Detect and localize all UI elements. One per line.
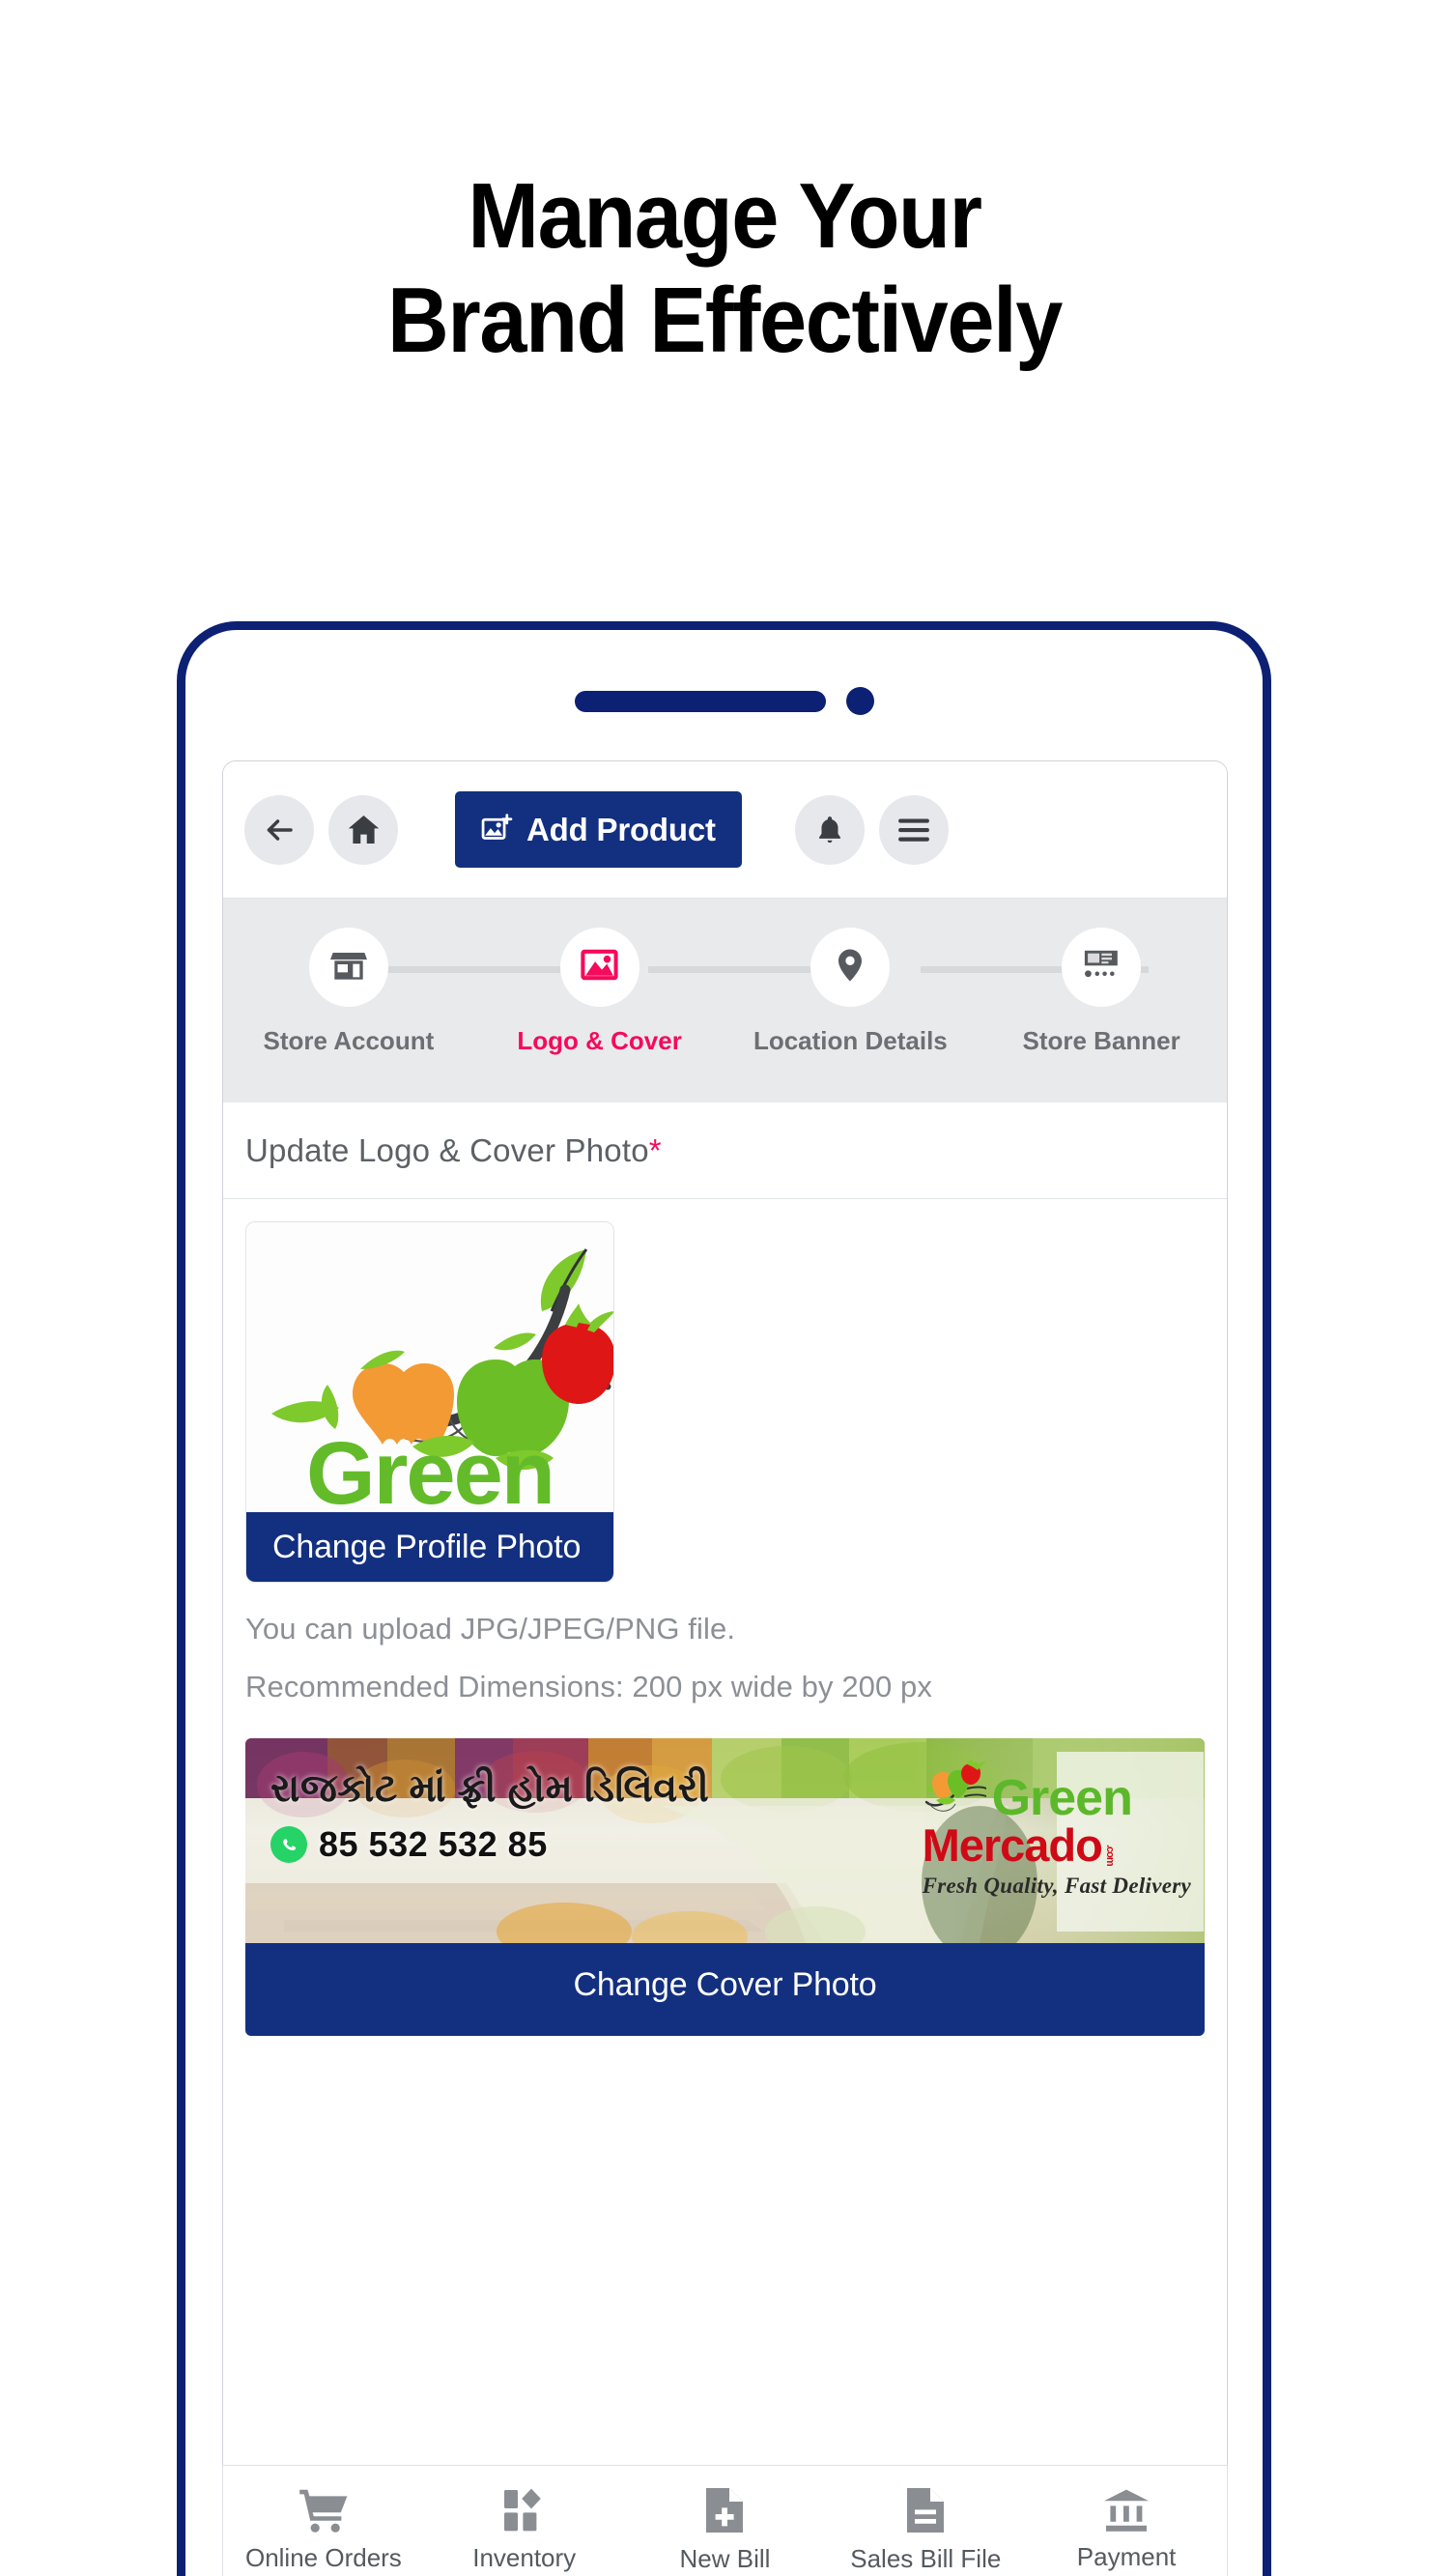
cover-phone-row: 85 532 532 85 <box>270 1824 709 1865</box>
phone-notch <box>185 687 1263 715</box>
stepper-label: Logo & Cover <box>517 1026 682 1055</box>
cover-brand-tagline: Fresh Quality, Fast Delivery <box>922 1873 1191 1898</box>
nav-item-new-bill[interactable]: New Bill <box>625 2486 826 2574</box>
back-button[interactable] <box>244 794 314 865</box>
stepper-item-store-account[interactable]: Store Account <box>223 928 474 1056</box>
cover-brand-logo: Green Mercado .com Fresh Quality, Fast D… <box>923 1760 1191 1899</box>
upload-formats-hint: You can upload JPG/JPEG/PNG file. <box>245 1612 736 1646</box>
cover-promo-text-group: રાજકોટ માં ફ્રી હોમ ડિલિવરી 85 532 532 8… <box>270 1767 709 1865</box>
page-title-line-2: Brand Effectively <box>386 268 1063 372</box>
change-cover-photo-button[interactable]: Change Cover Photo <box>245 1943 1205 2036</box>
step-icon-circle <box>308 928 388 1007</box>
banner-icon <box>1081 949 1122 987</box>
bank-icon <box>1102 2488 1151 2533</box>
recommended-dimensions-hint: Recommended Dimensions: 200 px wide by 2… <box>245 1670 932 1703</box>
store-icon <box>329 946 368 989</box>
onboarding-stepper: Store Account Logo & Cover Location Deta… <box>223 899 1227 1102</box>
page-root: Manage Your Brand Effectively Add Produc… <box>0 0 1449 2576</box>
stepper-label: Location Details <box>753 1026 948 1055</box>
step-icon-circle <box>559 928 639 1007</box>
page-title: Manage Your Brand Effectively <box>58 164 1391 372</box>
map-pin-icon <box>831 946 869 989</box>
nav-label: Inventory <box>472 2542 577 2572</box>
arrow-left-icon <box>262 813 297 847</box>
step-icon-circle <box>810 928 891 1007</box>
phone-mockup: Add Product Store Account Logo & Cover L… <box>177 621 1271 2576</box>
nav-label: Payment <box>1076 2541 1177 2571</box>
phone-speaker <box>574 690 826 712</box>
bottom-navigation-bar: Online Orders Inventory New Bill Sales B… <box>222 2465 1228 2576</box>
stepper-label: Store Banner <box>1022 1026 1180 1055</box>
required-marker: * <box>648 1131 662 1168</box>
image-icon <box>580 945 619 989</box>
new-document-icon <box>703 2486 746 2534</box>
cover-brand-mercado-text: Mercado <box>922 1819 1103 1871</box>
stepper-item-location-details[interactable]: Location Details <box>725 928 977 1056</box>
hamburger-menu-icon <box>896 817 931 843</box>
add-image-icon <box>481 814 513 845</box>
cover-brand-mark-icon <box>923 1760 987 1822</box>
stepper-item-logo-cover[interactable]: Logo & Cover <box>474 928 725 1056</box>
nav-label: Sales Bill File <box>850 2543 1002 2573</box>
app-screen: Add Product Store Account Logo & Cover L… <box>222 760 1228 2576</box>
step-icon-circle <box>1062 928 1142 1007</box>
store-logo-image: Green <box>246 1222 613 1512</box>
section-title: Update Logo & Cover Photo * <box>223 1102 1227 1199</box>
logo-brand-word: Green <box>306 1424 555 1512</box>
cover-phone-number: 85 532 532 85 <box>319 1824 548 1864</box>
nav-label: New Bill <box>679 2543 771 2573</box>
home-button[interactable] <box>328 794 398 865</box>
shopping-cart-icon <box>298 2487 349 2533</box>
profile-logo-card[interactable]: Green Change Profile Photo <box>245 1221 614 1583</box>
phone-camera-icon <box>845 687 874 715</box>
nav-item-inventory[interactable]: Inventory <box>424 2487 625 2573</box>
notification-button[interactable] <box>794 794 865 865</box>
bell-icon <box>813 814 846 846</box>
menu-button[interactable] <box>878 794 949 865</box>
app-header: Add Product <box>223 761 1227 899</box>
nav-label: Online Orders <box>244 2542 402 2572</box>
stepper-label: Store Account <box>263 1026 435 1055</box>
home-icon <box>346 812 382 847</box>
cover-photo-card[interactable]: રાજકોટ માં ફ્રી હોમ ડિલિવરી 85 532 532 8… <box>245 1738 1205 2036</box>
whatsapp-icon <box>270 1826 307 1863</box>
add-product-label: Add Product <box>526 811 716 847</box>
page-title-line-1: Manage Your <box>468 164 982 268</box>
nav-item-payment[interactable]: Payment <box>1026 2488 1227 2572</box>
stepper-item-store-banner[interactable]: Store Banner <box>976 928 1227 1056</box>
cover-brand-dotcom-text: .com <box>1103 1844 1116 1866</box>
nav-item-sales-bill-file[interactable]: Sales Bill File <box>825 2486 1026 2574</box>
add-product-button[interactable]: Add Product <box>455 791 742 868</box>
form-body: Green Change Profile Photo You can uploa… <box>223 1199 1227 2576</box>
cover-gujarati-text: રાજકોટ માં ફ્રી હોમ ડિલિવરી <box>270 1767 710 1810</box>
store-cover-image: રાજકોટ માં ફ્રી હોમ ડિલિવરી 85 532 532 8… <box>245 1738 1205 1943</box>
cover-brand-mercado-row: Mercado .com <box>922 1819 1191 1871</box>
change-profile-photo-button[interactable]: Change Profile Photo <box>246 1512 613 1582</box>
section-title-text: Update Logo & Cover Photo <box>245 1131 649 1168</box>
document-lines-icon <box>904 2486 947 2534</box>
cover-brand-green-text: Green <box>991 1769 1133 1826</box>
cover-brand-top-row: Green <box>923 1760 1191 1826</box>
inventory-blocks-icon <box>501 2487 548 2533</box>
nav-item-online-orders[interactable]: Online Orders <box>223 2487 424 2573</box>
